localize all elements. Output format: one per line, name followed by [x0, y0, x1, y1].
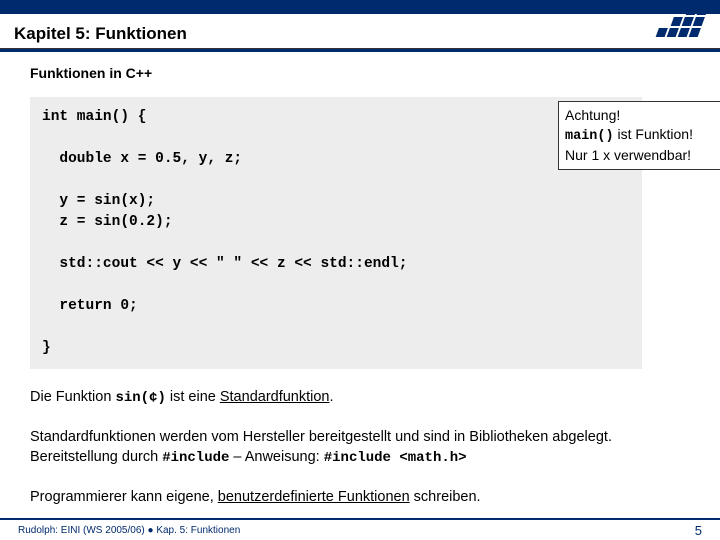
inline-code: #include	[162, 450, 229, 466]
paragraph: Programmierer kann eigene, benutzerdefin…	[30, 487, 696, 507]
content-area: Funktionen in C++ int main() { double x …	[0, 52, 720, 507]
text: .	[330, 389, 334, 405]
code-line: y = sin(x);	[42, 193, 155, 209]
text: Programmierer kann eigene,	[30, 489, 218, 505]
underlined-term: benutzerdefinierte Funktionen	[218, 489, 410, 505]
warning-box: Achtung! main() ist Funktion! Nur 1 x ve…	[558, 101, 720, 170]
code-line: }	[42, 340, 51, 356]
paragraph: Standardfunktionen werden vom Hersteller…	[30, 427, 696, 469]
underlined-term: Standardfunktion	[220, 389, 330, 405]
inline-code: sin(¢)	[115, 390, 165, 406]
page-header: Kapitel 5: Funktionen	[0, 14, 720, 49]
subtitle: Funktionen in C++	[30, 64, 696, 83]
top-bar	[0, 0, 720, 14]
warn-code: main()	[565, 129, 614, 144]
code-line: int main() {	[42, 109, 146, 125]
inline-code: #include <math.h>	[324, 450, 467, 466]
text: ist eine	[166, 389, 220, 405]
text: – Anweisung:	[229, 449, 323, 465]
code-wrapper: int main() { double x = 0.5, y, z; y = s…	[30, 97, 696, 369]
warn-text: ist Funktion!	[614, 126, 693, 142]
warn-line: Achtung!	[565, 106, 717, 125]
code-line: z = sin(0.2);	[42, 214, 173, 230]
text: schreiben.	[410, 489, 481, 505]
page-number: 5	[695, 523, 702, 538]
footer: Rudolph: EINI (WS 2005/06) ● Kap. 5: Fun…	[0, 518, 720, 540]
code-line: double x = 0.5, y, z;	[42, 151, 242, 167]
warn-line: Nur 1 x verwendbar!	[565, 146, 717, 165]
page-title: Kapitel 5: Funktionen	[14, 24, 706, 44]
code-line: std::cout << y << " " << z << std::endl;	[42, 256, 407, 272]
footer-text: Rudolph: EINI (WS 2005/06) ● Kap. 5: Fun…	[18, 525, 240, 536]
paragraph: Die Funktion sin(¢) ist eine Standardfun…	[30, 387, 696, 409]
code-block: int main() { double x = 0.5, y, z; y = s…	[30, 97, 642, 369]
text: Die Funktion	[30, 389, 115, 405]
code-line: return 0;	[42, 298, 138, 314]
warn-line: main() ist Funktion!	[565, 125, 717, 146]
